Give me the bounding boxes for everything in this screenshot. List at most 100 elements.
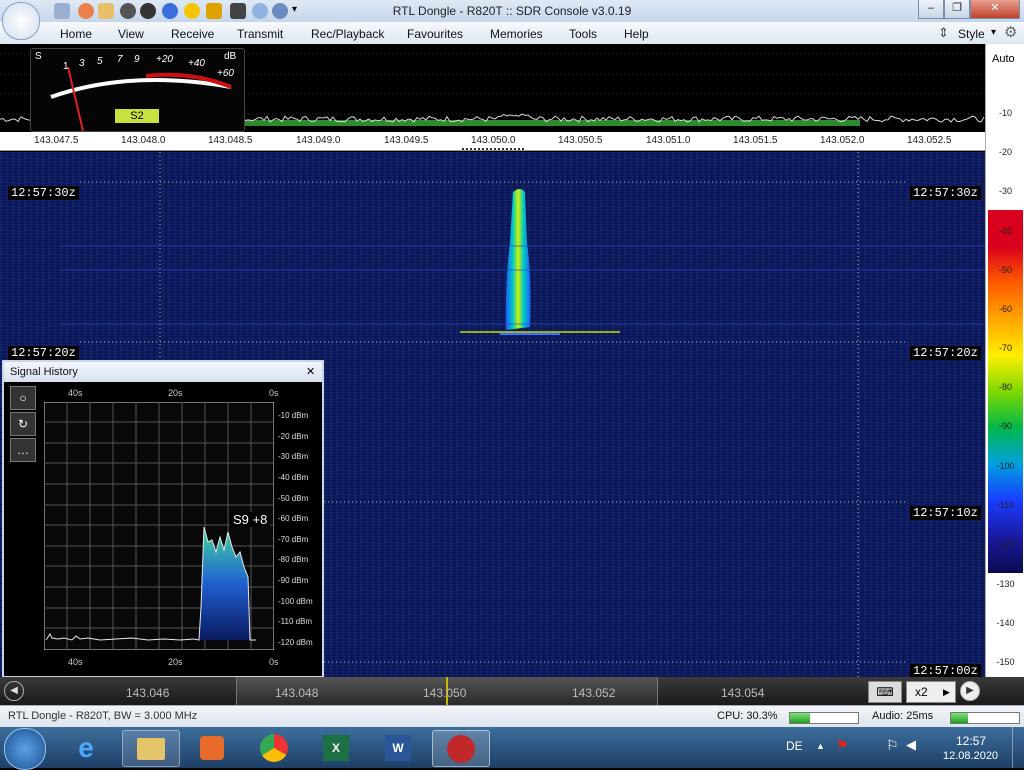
tab-rec-playback[interactable]: Rec/Playback [311, 27, 384, 41]
tab-help[interactable]: Help [624, 27, 649, 41]
audio-progress-fill [951, 713, 968, 723]
ie-icon[interactable]: e [64, 732, 108, 764]
scroll-right-button[interactable]: ▶ [960, 681, 980, 701]
history-x-tick: 0s [269, 388, 279, 398]
s-meter-reading: S2 [115, 109, 159, 123]
tray-expand-icon[interactable]: ▲ [816, 741, 825, 751]
db-tick: -20 [998, 147, 1012, 157]
history-button-reset[interactable]: ↻ [10, 412, 36, 436]
ribbon: Home View Receive Transmit Rec/Playback … [0, 22, 1024, 45]
style-menu[interactable]: Style [958, 27, 985, 41]
chrome-icon[interactable] [246, 730, 302, 765]
tuner-tick: 143.052 [572, 686, 616, 700]
tuner-bar[interactable]: ◀ 143.046 143.048 143.050 143.052 143.05… [0, 677, 1024, 705]
history-x-tick: 40s [68, 388, 83, 398]
freq-tick: 143.048.0 [121, 135, 166, 146]
keyboard-icon[interactable]: ⌨ [868, 681, 902, 703]
window-title: RTL Dongle - R820T :: SDR Console v3.0.1… [392, 4, 632, 18]
scroll-left-button[interactable]: ◀ [4, 681, 24, 701]
history-y-tick: -60 dBm [278, 514, 309, 523]
app-menu-icon[interactable] [2, 2, 40, 40]
zoom-select[interactable]: x2 ▶ [906, 681, 956, 703]
cpu-progress-fill [790, 713, 811, 723]
freq-tick: 143.051.0 [646, 135, 691, 146]
signal-history-title: Signal History [10, 366, 78, 378]
db-tick: -40 [998, 226, 1012, 236]
history-y-tick: -90 dBm [278, 576, 309, 585]
tab-memories[interactable]: Memories [490, 27, 543, 41]
tab-view[interactable]: View [118, 27, 144, 41]
show-desktop-button[interactable] [1012, 727, 1024, 768]
meter-tick: 5 [97, 56, 103, 67]
db-tick: -120 [996, 539, 1015, 549]
style-icon[interactable]: ⇕ [938, 25, 949, 41]
acrobat-tray-icon[interactable]: ⚑ [836, 737, 852, 753]
freq-tick: 143.049.0 [296, 135, 341, 146]
excel-icon[interactable]: X [308, 730, 364, 765]
chevron-right-icon: ▶ [943, 687, 950, 697]
device-status: RTL Dongle - R820T, BW = 3.000 MHz [8, 710, 198, 722]
passband-marker [160, 120, 860, 126]
freq-tick: 143.050.0 [471, 135, 516, 146]
clock-time[interactable]: 12:57 [956, 734, 986, 748]
s-meter: S dB 1 3 5 7 9 +20 +40 +60 S2 [30, 48, 245, 132]
history-y-tick: -80 dBm [278, 555, 309, 564]
meter-s-label: S [35, 51, 42, 62]
clock-date[interactable]: 12.08.2020 [943, 750, 998, 762]
timestamp-label: 12:57:30z [910, 186, 981, 200]
tab-transmit[interactable]: Transmit [237, 27, 283, 41]
db-tick: -70 [998, 343, 1012, 353]
tab-tools[interactable]: Tools [569, 27, 597, 41]
timestamp-label: 12:57:20z [910, 346, 981, 360]
history-y-tick: -110 dBm [278, 617, 313, 626]
signal-history-window[interactable]: Signal History ✕ ○ ↻ … 40s 20s 0s 40s 20… [2, 360, 324, 678]
history-button-peak[interactable]: ○ [10, 386, 36, 410]
taskbar: e X W DE ▲ ⚑ ⚐ ◀ 12:57 12.08.2020 [0, 727, 1024, 770]
history-y-tick: -70 dBm [278, 535, 309, 544]
db-scale[interactable]: Auto -10 -20 -30 -40 -50 -60 -70 -80 -90… [985, 44, 1024, 677]
network-tray-icon[interactable]: ⚐ [886, 737, 899, 754]
volume-tray-icon[interactable]: ◀ [906, 737, 916, 753]
meter-db-label: dB [224, 51, 237, 62]
meter-tick: +40 [188, 58, 205, 69]
history-x-tick: 20s [168, 657, 183, 667]
history-button-more[interactable]: … [10, 438, 36, 462]
tuner-tick: 143.050 [423, 686, 467, 700]
close-button[interactable]: ✕ [970, 0, 1020, 19]
sdr-console-icon[interactable] [432, 730, 490, 767]
signal-history-titlebar[interactable]: Signal History ✕ [4, 362, 322, 382]
history-y-tick: -50 dBm [278, 494, 309, 503]
frequency-scale[interactable]: 143.047.5 143.048.0 143.048.5 143.049.0 … [0, 132, 985, 151]
meter-tick: +60 [217, 68, 234, 79]
timestamp-label: 12:57:20z [8, 346, 79, 360]
minimize-button[interactable]: – [918, 0, 944, 19]
maximize-button[interactable]: ❐ [944, 0, 970, 19]
media-player-icon[interactable] [184, 730, 240, 765]
chevron-down-icon[interactable]: ▾ [991, 27, 996, 38]
language-indicator[interactable]: DE [786, 739, 803, 753]
audio-status: Audio: 25ms [872, 710, 934, 722]
history-y-tick: -30 dBm [278, 452, 309, 461]
db-tick: -10 [998, 108, 1012, 118]
cpu-progress [789, 712, 859, 724]
meter-needle [67, 66, 84, 131]
tab-home[interactable]: Home [60, 27, 92, 41]
freq-tick: 143.048.5 [208, 135, 253, 146]
meter-tick: 9 [134, 54, 140, 65]
db-tick: -150 [996, 657, 1015, 667]
word-icon[interactable]: W [370, 730, 426, 765]
explorer-icon[interactable] [122, 730, 180, 767]
auto-button[interactable]: Auto [992, 53, 1015, 65]
gear-icon[interactable]: ⚙ [1004, 23, 1017, 41]
close-icon[interactable]: ✕ [306, 365, 315, 378]
start-button[interactable] [4, 728, 46, 770]
history-x-tick: 20s [168, 388, 183, 398]
tab-favourites[interactable]: Favourites [407, 27, 463, 41]
history-y-tick: -20 dBm [278, 432, 309, 441]
history-y-tick: -10 dBm [278, 411, 309, 420]
history-y-tick: -40 dBm [278, 473, 309, 482]
db-tick: -140 [996, 618, 1015, 628]
tab-receive[interactable]: Receive [171, 27, 214, 41]
refresh-icon: ↻ [17, 417, 29, 431]
db-tick: -60 [998, 304, 1012, 314]
